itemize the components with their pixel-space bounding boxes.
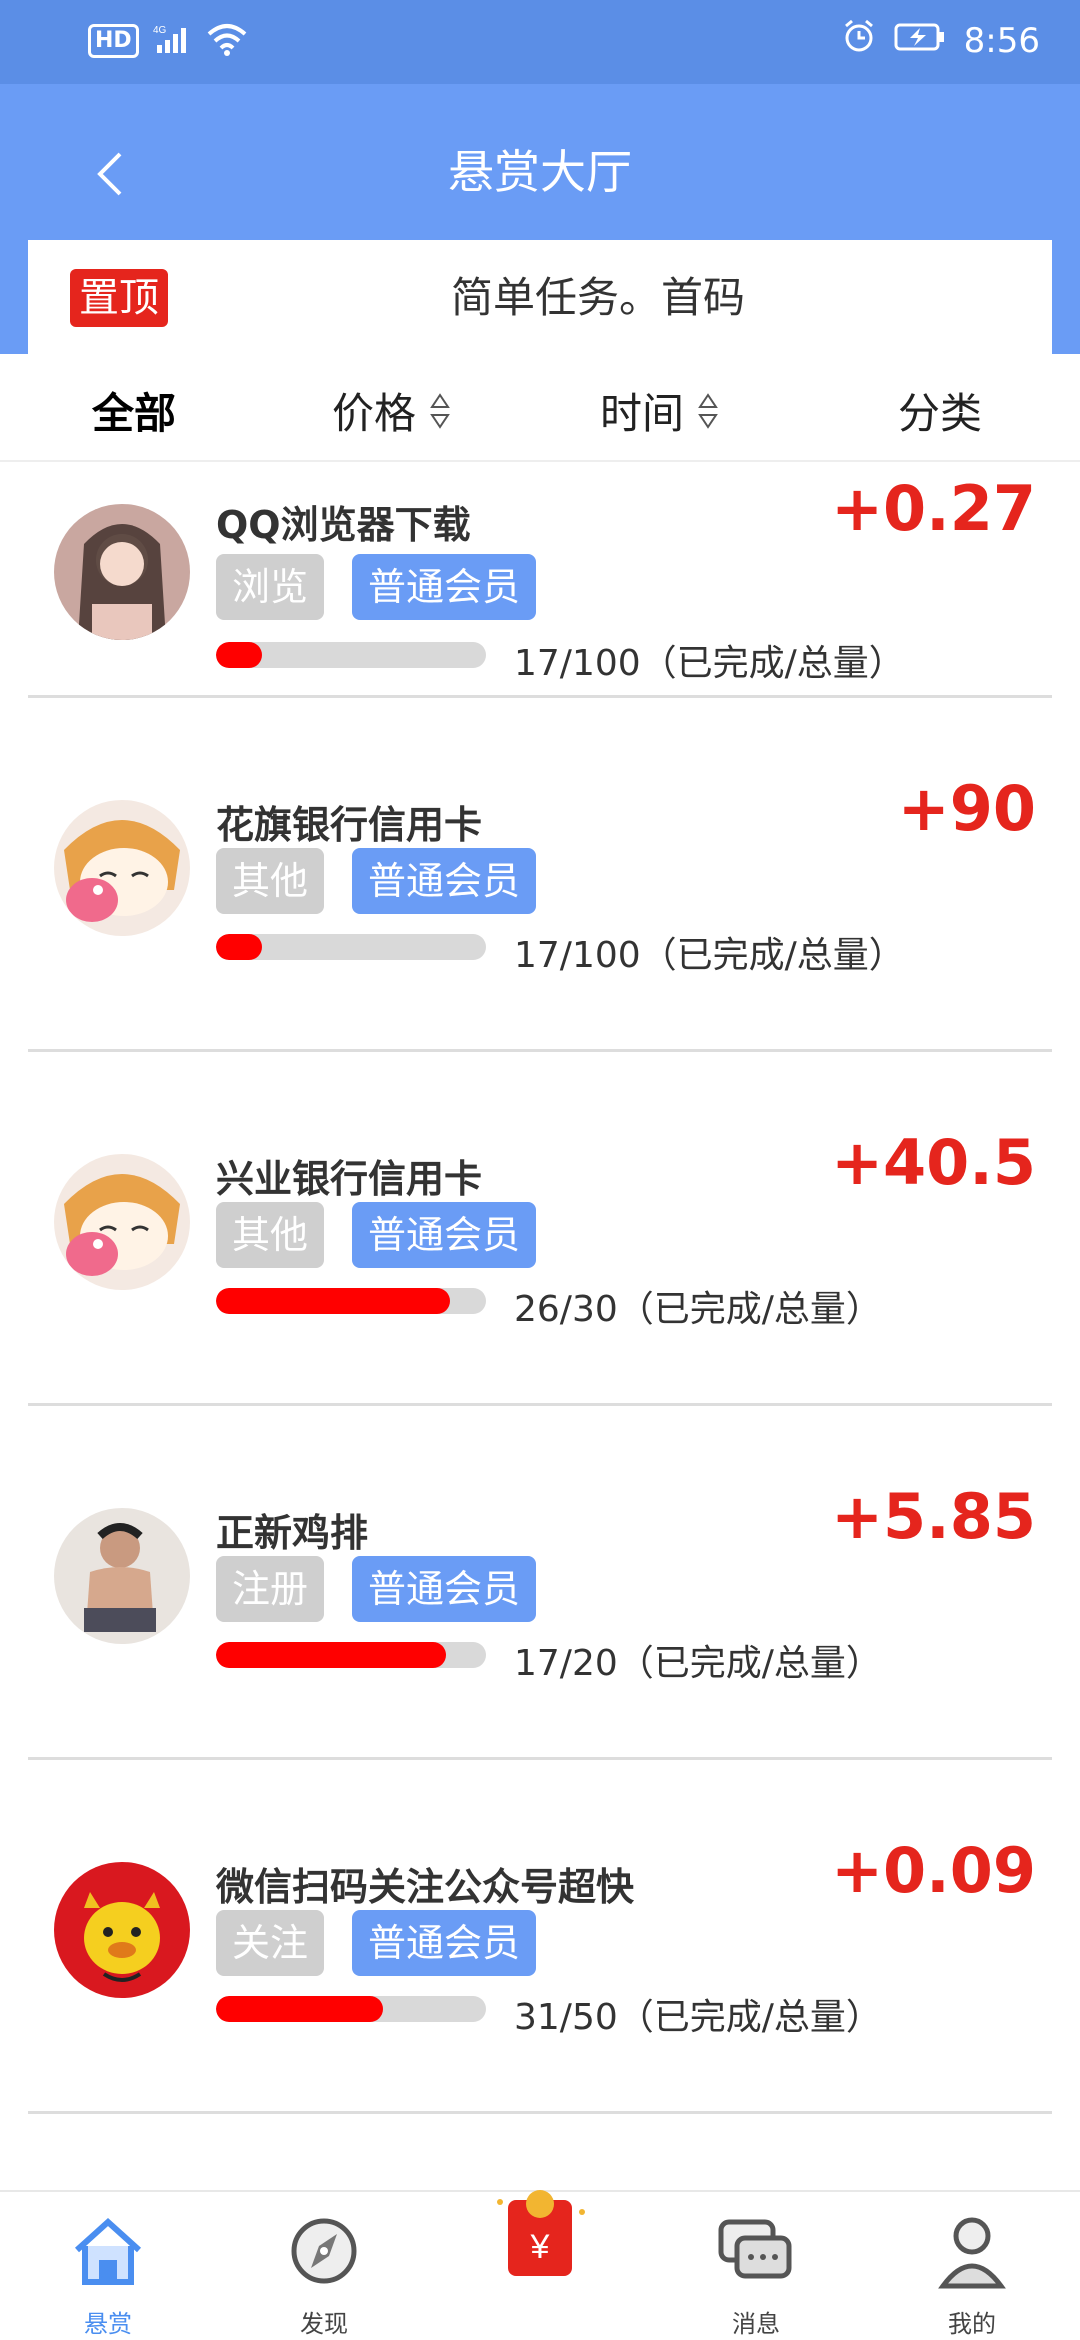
tab-reward[interactable]: 悬赏	[38, 2212, 178, 2339]
tab-label: 消息	[732, 2310, 780, 2338]
progress-fill	[216, 1642, 446, 1668]
task-row[interactable]: 微信扫码关注公众号超快 +0.09 关注 普通会员 31/50（已完成/总量）	[0, 1760, 1080, 2114]
status-bar: HD 4G 8:56	[0, 0, 1080, 84]
sort-icon	[428, 389, 452, 433]
category-tag: 其他	[216, 1202, 324, 1268]
task-reward: +40.5	[831, 1126, 1036, 1199]
filter-label: 全部	[92, 389, 177, 438]
filter-bar: 全部 价格 时间 分类	[0, 356, 1080, 462]
battery-icon	[894, 21, 946, 61]
task-row[interactable]: QQ浏览器下载 +0.27 浏览 普通会员 17/100（已完成/总量）	[0, 462, 1080, 698]
profile-icon	[933, 2212, 1011, 2290]
progress-text: 17/100（已完成/总量）	[514, 643, 905, 684]
filter-label: 分类	[898, 389, 983, 438]
progress-fill	[216, 1288, 451, 1314]
red-envelope-icon: ¥	[490, 2182, 590, 2282]
filter-price[interactable]: 价格	[332, 380, 452, 441]
filter-category[interactable]: 分类	[898, 380, 982, 441]
progress-fill	[216, 642, 262, 668]
status-left: HD 4G	[88, 22, 247, 60]
task-title: 兴业银行信用卡	[216, 1157, 483, 1201]
tab-red-envelope[interactable]: ¥	[470, 2182, 610, 2296]
member-tag: 普通会员	[352, 1556, 536, 1622]
task-reward: +0.09	[831, 1834, 1036, 1907]
pin-badge: 置顶	[70, 269, 168, 327]
avatar	[54, 800, 190, 936]
status-right: 8:56	[842, 18, 1040, 63]
progress-bar	[216, 1996, 486, 2022]
avatar	[54, 1508, 190, 1644]
avatar	[54, 504, 190, 640]
progress-text: 26/30（已完成/总量）	[514, 1289, 882, 1330]
divider	[28, 2111, 1052, 2114]
member-tag: 普通会员	[352, 1910, 536, 1976]
task-reward: +5.85	[831, 1480, 1036, 1553]
category-tag: 关注	[216, 1910, 324, 1976]
task-reward: +90	[897, 772, 1036, 845]
task-title: 正新鸡排	[216, 1511, 369, 1555]
wifi-icon	[207, 22, 247, 60]
progress-text: 31/50（已完成/总量）	[514, 1997, 882, 2038]
progress-text: 17/20（已完成/总量）	[514, 1643, 882, 1684]
progress-bar	[216, 1288, 486, 1314]
filter-label: 时间	[600, 389, 685, 438]
progress-bar	[216, 934, 486, 960]
tab-discover[interactable]: 发现	[254, 2212, 394, 2339]
avatar	[54, 1154, 190, 1290]
sort-icon	[696, 389, 720, 433]
tab-label: 悬赏	[84, 2310, 132, 2338]
filter-time[interactable]: 时间	[600, 380, 720, 441]
yen-symbol: ¥	[530, 2228, 550, 2266]
banner-text: 简单任务。首码	[450, 273, 745, 322]
category-tag: 浏览	[216, 554, 324, 620]
task-title: 微信扫码关注公众号超快	[216, 1865, 635, 1909]
clock-time: 8:56	[963, 20, 1040, 61]
alarm-icon	[842, 18, 876, 63]
category-tag: 注册	[216, 1556, 324, 1622]
task-reward: +0.27	[831, 472, 1036, 545]
member-tag: 普通会员	[352, 554, 536, 620]
member-tag: 普通会员	[352, 1202, 536, 1268]
progress-bar	[216, 642, 486, 668]
progress-fill	[216, 934, 262, 960]
signal-icon: 4G	[153, 23, 193, 59]
task-row[interactable]: 花旗银行信用卡 +90 其他 普通会员 17/100（已完成/总量）	[0, 698, 1080, 1052]
message-icon	[717, 2212, 795, 2290]
bottom-tab-bar: 悬赏 发现 ¥ 消息 我的	[0, 2190, 1080, 2340]
avatar	[54, 1862, 190, 1998]
home-icon	[69, 2212, 147, 2290]
progress-bar	[216, 1642, 486, 1668]
member-tag: 普通会员	[352, 848, 536, 914]
discover-icon	[285, 2212, 363, 2290]
hd-badge: HD	[88, 24, 139, 58]
filter-all[interactable]: 全部	[92, 380, 176, 441]
pinned-banner[interactable]: 置顶 简单任务。首码	[28, 240, 1052, 356]
tab-label: 我的	[948, 2310, 996, 2338]
tab-profile[interactable]: 我的	[902, 2212, 1042, 2339]
signal-4g-text: 4G	[153, 25, 167, 36]
progress-fill	[216, 1996, 384, 2022]
task-title: 花旗银行信用卡	[216, 803, 483, 847]
progress-text: 17/100（已完成/总量）	[514, 935, 905, 976]
tab-messages[interactable]: 消息	[686, 2212, 826, 2339]
task-list[interactable]: QQ浏览器下载 +0.27 浏览 普通会员 17/100（已完成/总量） 花旗银…	[0, 462, 1080, 2190]
task-title: QQ浏览器下载	[216, 503, 471, 547]
category-tag: 其他	[216, 848, 324, 914]
task-row[interactable]: 正新鸡排 +5.85 注册 普通会员 17/20（已完成/总量）	[0, 1406, 1080, 1760]
page-title: 悬赏大厅	[448, 145, 632, 199]
tab-label: 发现	[300, 2310, 348, 2338]
filter-label: 价格	[332, 389, 417, 438]
task-row[interactable]: 兴业银行信用卡 +40.5 其他 普通会员 26/30（已完成/总量）	[0, 1052, 1080, 1406]
